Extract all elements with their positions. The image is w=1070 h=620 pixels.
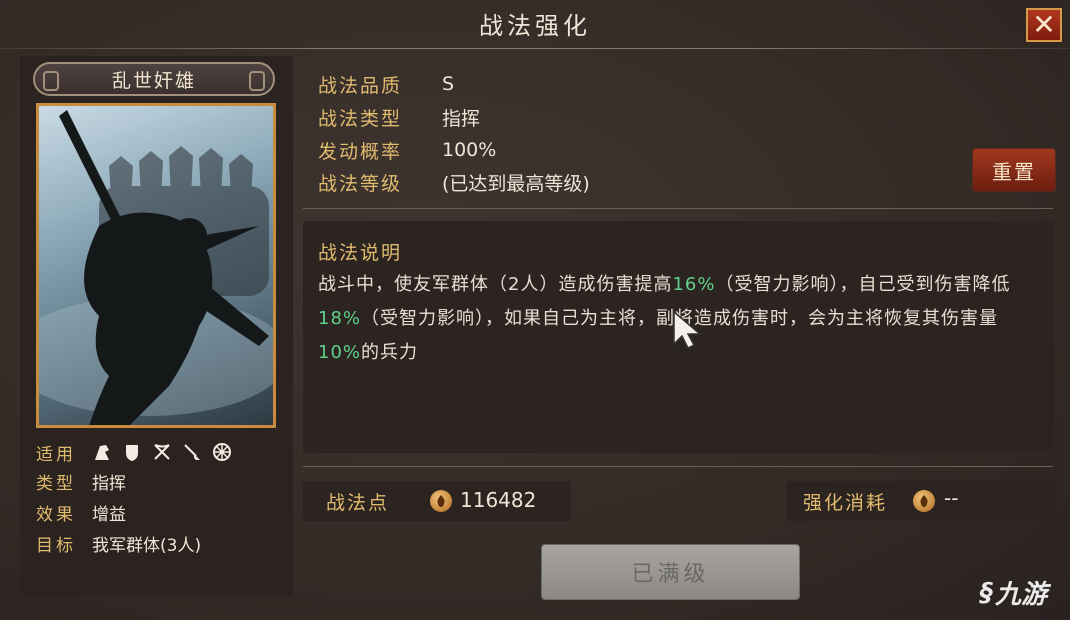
max-level-button[interactable]: 已满级 [541, 544, 800, 600]
applicable-row: 适用 [36, 439, 232, 465]
close-button[interactable]: ✕ [1026, 8, 1062, 42]
title-divider [0, 48, 1070, 49]
description-segment: 的兵力 [361, 342, 419, 363]
mouse-cursor-icon [673, 310, 703, 350]
effect-row: 效果 增益 [36, 499, 126, 525]
effect-label: 效果 [36, 504, 76, 525]
kind-row: 战法类型 指挥 [318, 101, 480, 133]
target-value: 我军群体(3人) [92, 535, 202, 556]
tactic-points-label: 战法点 [326, 492, 390, 514]
heal-ratio-value: 10% [318, 342, 362, 363]
unit-type-icons [92, 442, 232, 462]
effect-value: 增益 [92, 504, 126, 525]
type-value: 指挥 [92, 473, 126, 494]
close-icon: ✕ [1032, 8, 1056, 41]
enhance-cost-label: 强化消耗 [803, 492, 888, 514]
type-row: 类型 指挥 [36, 468, 126, 494]
level-value: (已达到最高等级) [442, 172, 590, 195]
rate-label: 发动概率 [318, 140, 403, 163]
tactic-point-icon [913, 490, 935, 512]
description-segment: 战斗中，使友军群体（2人）造成伤害提高 [318, 274, 673, 295]
level-label: 战法等级 [318, 172, 403, 195]
quality-row: 战法品质 S [318, 68, 454, 100]
quality-label: 战法品质 [318, 74, 403, 97]
damage-bonus-value: 16% [672, 274, 716, 295]
rate-row: 发动概率 100% [318, 134, 496, 166]
bow-icon [152, 442, 172, 462]
dialog-title: 战法强化 [479, 12, 591, 40]
tactic-portrait [36, 103, 276, 428]
divider [303, 208, 1053, 209]
tactic-name: 乱世奸雄 [33, 62, 275, 96]
shield-icon [122, 442, 142, 462]
divider [303, 466, 1053, 467]
level-row: 战法等级 (已达到最高等级) [318, 166, 590, 198]
siege-icon [212, 442, 232, 462]
description-title: 战法说明 [318, 242, 403, 264]
watermark-logo-icon: § [980, 577, 993, 608]
enhance-cost-value: -- [944, 486, 959, 510]
target-row: 目标 我军群体(3人) [36, 530, 201, 556]
spear-icon [182, 442, 202, 462]
cavalry-icon [92, 442, 112, 462]
tactic-point-icon [430, 490, 452, 512]
watermark-text: 九游 [995, 580, 1048, 610]
kind-value: 指挥 [442, 107, 481, 130]
warrior-silhouette-image [39, 110, 273, 425]
target-label: 目标 [36, 535, 76, 556]
watermark: § 九游 [980, 574, 1047, 611]
applicable-label: 适用 [36, 444, 76, 465]
quality-value: S [442, 73, 455, 95]
kind-label: 战法类型 [318, 107, 403, 130]
description-segment: （受智力影响），自己受到伤害降低 [715, 274, 1011, 295]
damage-reduction-value: 18% [318, 308, 362, 329]
type-label: 类型 [36, 473, 76, 494]
tactic-points-value: 116482 [460, 488, 537, 512]
rate-value: 100% [442, 139, 497, 161]
reset-button[interactable]: 重置 [972, 148, 1056, 192]
